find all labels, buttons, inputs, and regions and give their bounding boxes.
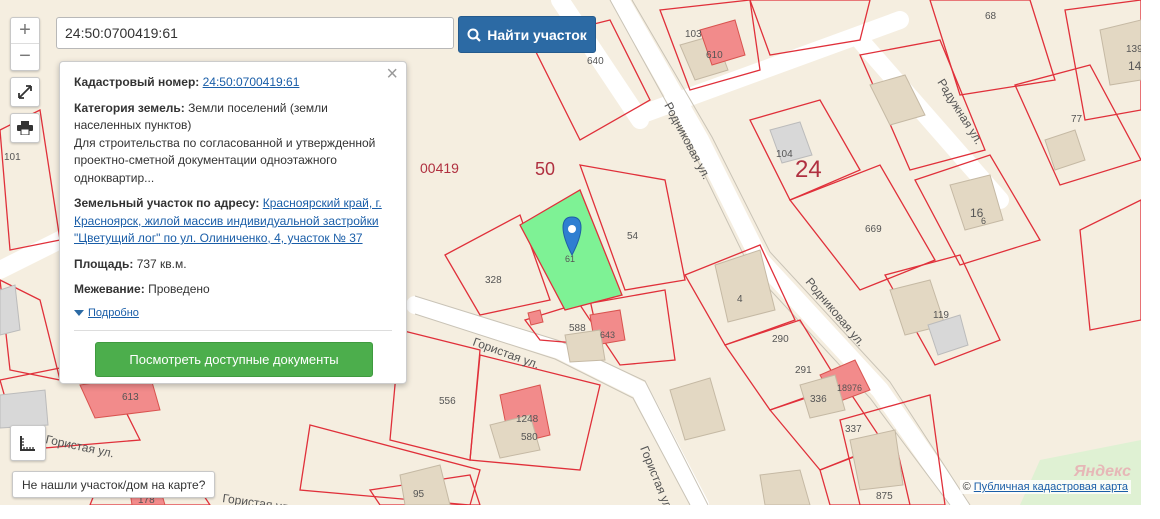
- parcel-label: 77: [1071, 114, 1083, 125]
- parcel-label: 613: [122, 392, 139, 403]
- parcel-label: 95: [413, 489, 425, 500]
- parcel-label: 101: [4, 152, 21, 163]
- parcel-label: 580: [521, 432, 538, 443]
- parcel-label: 643: [600, 330, 615, 340]
- parcel-label: 139: [1126, 44, 1141, 55]
- parcel-label: 875: [876, 491, 893, 502]
- parcel-info-popup: × Кадастровый номер: 24:50:0700419:61 Ка…: [59, 61, 407, 384]
- parcel-label: 119: [933, 310, 949, 321]
- parcel-label: 103: [685, 29, 702, 40]
- chevron-down-icon: [74, 310, 84, 317]
- block-label-50: 50: [535, 159, 555, 179]
- parcel-label: 61: [565, 254, 575, 264]
- parcel-label: 337: [845, 424, 862, 435]
- parcel-label: 610: [706, 50, 723, 61]
- area-label: Площадь:: [74, 256, 134, 271]
- address-row: Земельный участок по адресу: Красноярски…: [74, 195, 392, 248]
- parcel-label: 54: [627, 231, 639, 242]
- attribution: © Публичная кадастровая карта: [959, 480, 1131, 494]
- parcel-label: 1248: [516, 414, 539, 425]
- block-number-label: 00419: [420, 160, 459, 176]
- parcel-label: 68: [985, 11, 997, 22]
- parcel-label: 290: [772, 334, 789, 345]
- parcel-label: 4: [737, 294, 743, 305]
- parcel-label: 14: [1128, 59, 1141, 73]
- category-row: Категория земель: Земли поселений (земли…: [74, 100, 392, 188]
- copyright-symbol: ©: [962, 481, 971, 493]
- survey-value: Проведено: [148, 282, 210, 296]
- not-found-button[interactable]: Не нашли участок/дом на карте?: [12, 471, 216, 498]
- details-label: Подробно: [88, 306, 139, 319]
- search-button-label: Найти участок: [487, 26, 587, 43]
- search-input[interactable]: [56, 17, 454, 49]
- cadastral-row: Кадастровый номер: 24:50:0700419:61: [74, 74, 392, 92]
- survey-row: Межевание: Проведено: [74, 281, 392, 299]
- parcel-label: 556: [439, 396, 456, 407]
- area-row: Площадь: 737 кв.м.: [74, 256, 392, 274]
- parcel-label: 588: [569, 323, 586, 334]
- street-label: Гористая ул.: [44, 432, 115, 460]
- fullscreen-button[interactable]: [10, 77, 40, 107]
- parcel-label: 336: [810, 394, 827, 405]
- details-toggle[interactable]: Подробно: [74, 305, 392, 323]
- street-label: Гористая ул.: [222, 491, 293, 505]
- print-button[interactable]: [10, 113, 40, 143]
- purpose-text: Для строительства по согласованной и утв…: [74, 135, 376, 185]
- zoom-control: + −: [10, 17, 40, 71]
- parcel-label: 640: [587, 56, 604, 67]
- category-label: Категория земель:: [74, 100, 185, 115]
- parcel-label: 291: [795, 365, 812, 376]
- printer-icon: [17, 121, 33, 135]
- close-icon[interactable]: ×: [386, 64, 398, 83]
- expand-icon: [18, 85, 32, 99]
- zoom-out-button[interactable]: −: [11, 44, 39, 69]
- parcel-label: 328: [485, 275, 502, 286]
- parcel-label: 104: [776, 149, 793, 160]
- search-button[interactable]: Найти участок: [458, 16, 596, 53]
- parcel-label: 669: [865, 224, 882, 235]
- ruler-icon: [20, 436, 35, 451]
- cadastral-map-link[interactable]: Публичная кадастровая карта: [974, 481, 1128, 493]
- divider: [74, 330, 392, 331]
- view-documents-button[interactable]: Посмотреть доступные документы: [95, 342, 373, 377]
- ruler-button[interactable]: [10, 425, 46, 461]
- address-label: Земельный участок по адресу:: [74, 196, 260, 210]
- zoom-in-button[interactable]: +: [11, 18, 39, 44]
- area-value: 737 кв.м.: [136, 256, 187, 271]
- parcel-label: 18976: [837, 383, 862, 393]
- parcel-label: 6: [981, 216, 986, 226]
- cadastral-label: Кадастровый номер:: [74, 75, 200, 89]
- search-icon: [467, 28, 481, 42]
- cadastral-link[interactable]: 24:50:0700419:61: [203, 75, 300, 89]
- yandex-watermark: Яндекс: [1073, 463, 1131, 480]
- survey-label: Межевание:: [74, 282, 145, 296]
- block-label-24: 24: [795, 156, 822, 183]
